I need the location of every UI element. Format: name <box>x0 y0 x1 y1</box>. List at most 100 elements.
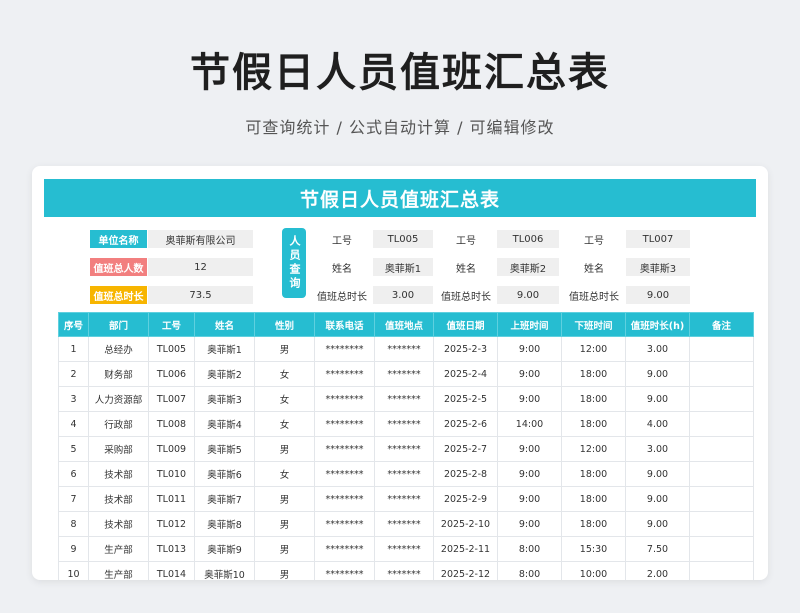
table-cell[interactable]: ******** <box>314 536 375 562</box>
table-cell[interactable]: 9.00 <box>625 461 690 487</box>
table-cell[interactable]: ******* <box>374 386 434 412</box>
table-cell[interactable]: 人力资源部 <box>88 386 149 412</box>
lookup-3-name-value[interactable]: 奥菲斯3 <box>626 258 690 276</box>
lookup-2-id-input[interactable]: TL006 <box>497 230 559 248</box>
table-cell[interactable]: 奥菲斯7 <box>194 486 255 512</box>
table-cell[interactable]: 8 <box>58 511 89 537</box>
table-cell[interactable]: 12:00 <box>561 336 626 362</box>
table-cell[interactable]: 4.00 <box>625 411 690 437</box>
table-cell[interactable]: 14:00 <box>497 411 562 437</box>
table-cell[interactable]: 男 <box>254 486 315 512</box>
total-staff-value[interactable]: 12 <box>148 258 253 276</box>
table-cell[interactable]: 奥菲斯10 <box>194 561 255 580</box>
table-cell[interactable]: 3.00 <box>625 436 690 462</box>
table-cell[interactable]: 2025-2-4 <box>433 361 498 387</box>
column-header[interactable]: 姓名 <box>194 312 255 337</box>
sheet-title[interactable]: 节假日人员值班汇总表 <box>44 179 756 217</box>
table-cell[interactable]: ******* <box>374 436 434 462</box>
table-cell[interactable]: 12:00 <box>561 436 626 462</box>
table-cell[interactable]: 9.00 <box>625 486 690 512</box>
table-cell[interactable]: 2025-2-11 <box>433 536 498 562</box>
table-cell[interactable]: 9.00 <box>625 361 690 387</box>
table-cell[interactable]: 男 <box>254 436 315 462</box>
table-cell[interactable]: 9:00 <box>497 386 562 412</box>
lookup-1-hours-value[interactable]: 3.00 <box>373 286 433 304</box>
table-cell[interactable]: ******* <box>374 411 434 437</box>
table-cell[interactable]: ******** <box>314 361 375 387</box>
table-cell[interactable]: 8:00 <box>497 536 562 562</box>
table-cell[interactable]: 男 <box>254 561 315 580</box>
table-cell[interactable]: 7 <box>58 486 89 512</box>
table-cell[interactable]: TL011 <box>148 486 195 512</box>
table-cell[interactable]: TL012 <box>148 511 195 537</box>
table-cell[interactable]: 18:00 <box>561 461 626 487</box>
table-cell[interactable]: 2025-2-9 <box>433 486 498 512</box>
table-cell[interactable]: 2.00 <box>625 561 690 580</box>
table-cell[interactable]: 2025-2-3 <box>433 336 498 362</box>
table-cell[interactable] <box>689 411 754 437</box>
column-header[interactable]: 值班日期 <box>433 312 498 337</box>
table-cell[interactable]: 4 <box>58 411 89 437</box>
table-cell[interactable]: 生产部 <box>88 536 149 562</box>
table-cell[interactable]: 2 <box>58 361 89 387</box>
table-cell[interactable]: 奥菲斯9 <box>194 536 255 562</box>
column-header[interactable]: 下班时间 <box>561 312 626 337</box>
table-cell[interactable]: ******* <box>374 536 434 562</box>
table-cell[interactable]: 9 <box>58 536 89 562</box>
column-header[interactable]: 部门 <box>88 312 149 337</box>
table-cell[interactable]: ******** <box>314 561 375 580</box>
table-cell[interactable]: TL006 <box>148 361 195 387</box>
table-cell[interactable]: 总经办 <box>88 336 149 362</box>
table-cell[interactable]: 8:00 <box>497 561 562 580</box>
table-cell[interactable]: 女 <box>254 361 315 387</box>
lookup-2-name-value[interactable]: 奥菲斯2 <box>497 258 559 276</box>
table-cell[interactable]: 2025-2-10 <box>433 511 498 537</box>
table-cell[interactable]: ******** <box>314 486 375 512</box>
table-cell[interactable]: 男 <box>254 511 315 537</box>
table-cell[interactable]: ******** <box>314 386 375 412</box>
table-cell[interactable]: 2025-2-12 <box>433 561 498 580</box>
table-cell[interactable]: 奥菲斯5 <box>194 436 255 462</box>
total-hours-value[interactable]: 73.5 <box>148 286 253 304</box>
table-cell[interactable]: TL007 <box>148 386 195 412</box>
table-cell[interactable]: 18:00 <box>561 361 626 387</box>
column-header[interactable]: 上班时间 <box>497 312 562 337</box>
table-cell[interactable]: 生产部 <box>88 561 149 580</box>
table-cell[interactable]: 3.00 <box>625 336 690 362</box>
table-cell[interactable]: 18:00 <box>561 511 626 537</box>
table-cell[interactable]: 9:00 <box>497 486 562 512</box>
table-cell[interactable]: 行政部 <box>88 411 149 437</box>
table-cell[interactable]: 男 <box>254 536 315 562</box>
table-cell[interactable]: 2025-2-5 <box>433 386 498 412</box>
table-cell[interactable]: 奥菲斯3 <box>194 386 255 412</box>
table-cell[interactable]: 采购部 <box>88 436 149 462</box>
table-cell[interactable]: ******* <box>374 336 434 362</box>
table-cell[interactable]: 奥菲斯2 <box>194 361 255 387</box>
table-cell[interactable]: 2025-2-7 <box>433 436 498 462</box>
lookup-1-id-input[interactable]: TL005 <box>373 230 433 248</box>
table-cell[interactable]: 9.00 <box>625 386 690 412</box>
table-cell[interactable]: 技术部 <box>88 511 149 537</box>
table-cell[interactable]: 3 <box>58 386 89 412</box>
unit-name-value[interactable]: 奥菲斯有限公司 <box>148 230 253 248</box>
table-cell[interactable] <box>689 486 754 512</box>
column-header[interactable]: 联系电话 <box>314 312 375 337</box>
column-header[interactable]: 值班地点 <box>374 312 434 337</box>
table-cell[interactable]: 奥菲斯1 <box>194 336 255 362</box>
table-cell[interactable] <box>689 561 754 580</box>
table-cell[interactable]: 2025-2-6 <box>433 411 498 437</box>
lookup-2-hours-value[interactable]: 9.00 <box>497 286 559 304</box>
table-cell[interactable] <box>689 511 754 537</box>
table-cell[interactable] <box>689 361 754 387</box>
table-cell[interactable]: 2025-2-8 <box>433 461 498 487</box>
table-cell[interactable]: 10 <box>58 561 89 580</box>
table-cell[interactable]: TL005 <box>148 336 195 362</box>
table-cell[interactable]: ******* <box>374 361 434 387</box>
table-cell[interactable]: TL014 <box>148 561 195 580</box>
table-cell[interactable]: ******** <box>314 436 375 462</box>
table-cell[interactable]: 技术部 <box>88 486 149 512</box>
table-cell[interactable] <box>689 386 754 412</box>
table-cell[interactable]: 女 <box>254 461 315 487</box>
column-header[interactable]: 性别 <box>254 312 315 337</box>
table-cell[interactable]: 奥菲斯4 <box>194 411 255 437</box>
